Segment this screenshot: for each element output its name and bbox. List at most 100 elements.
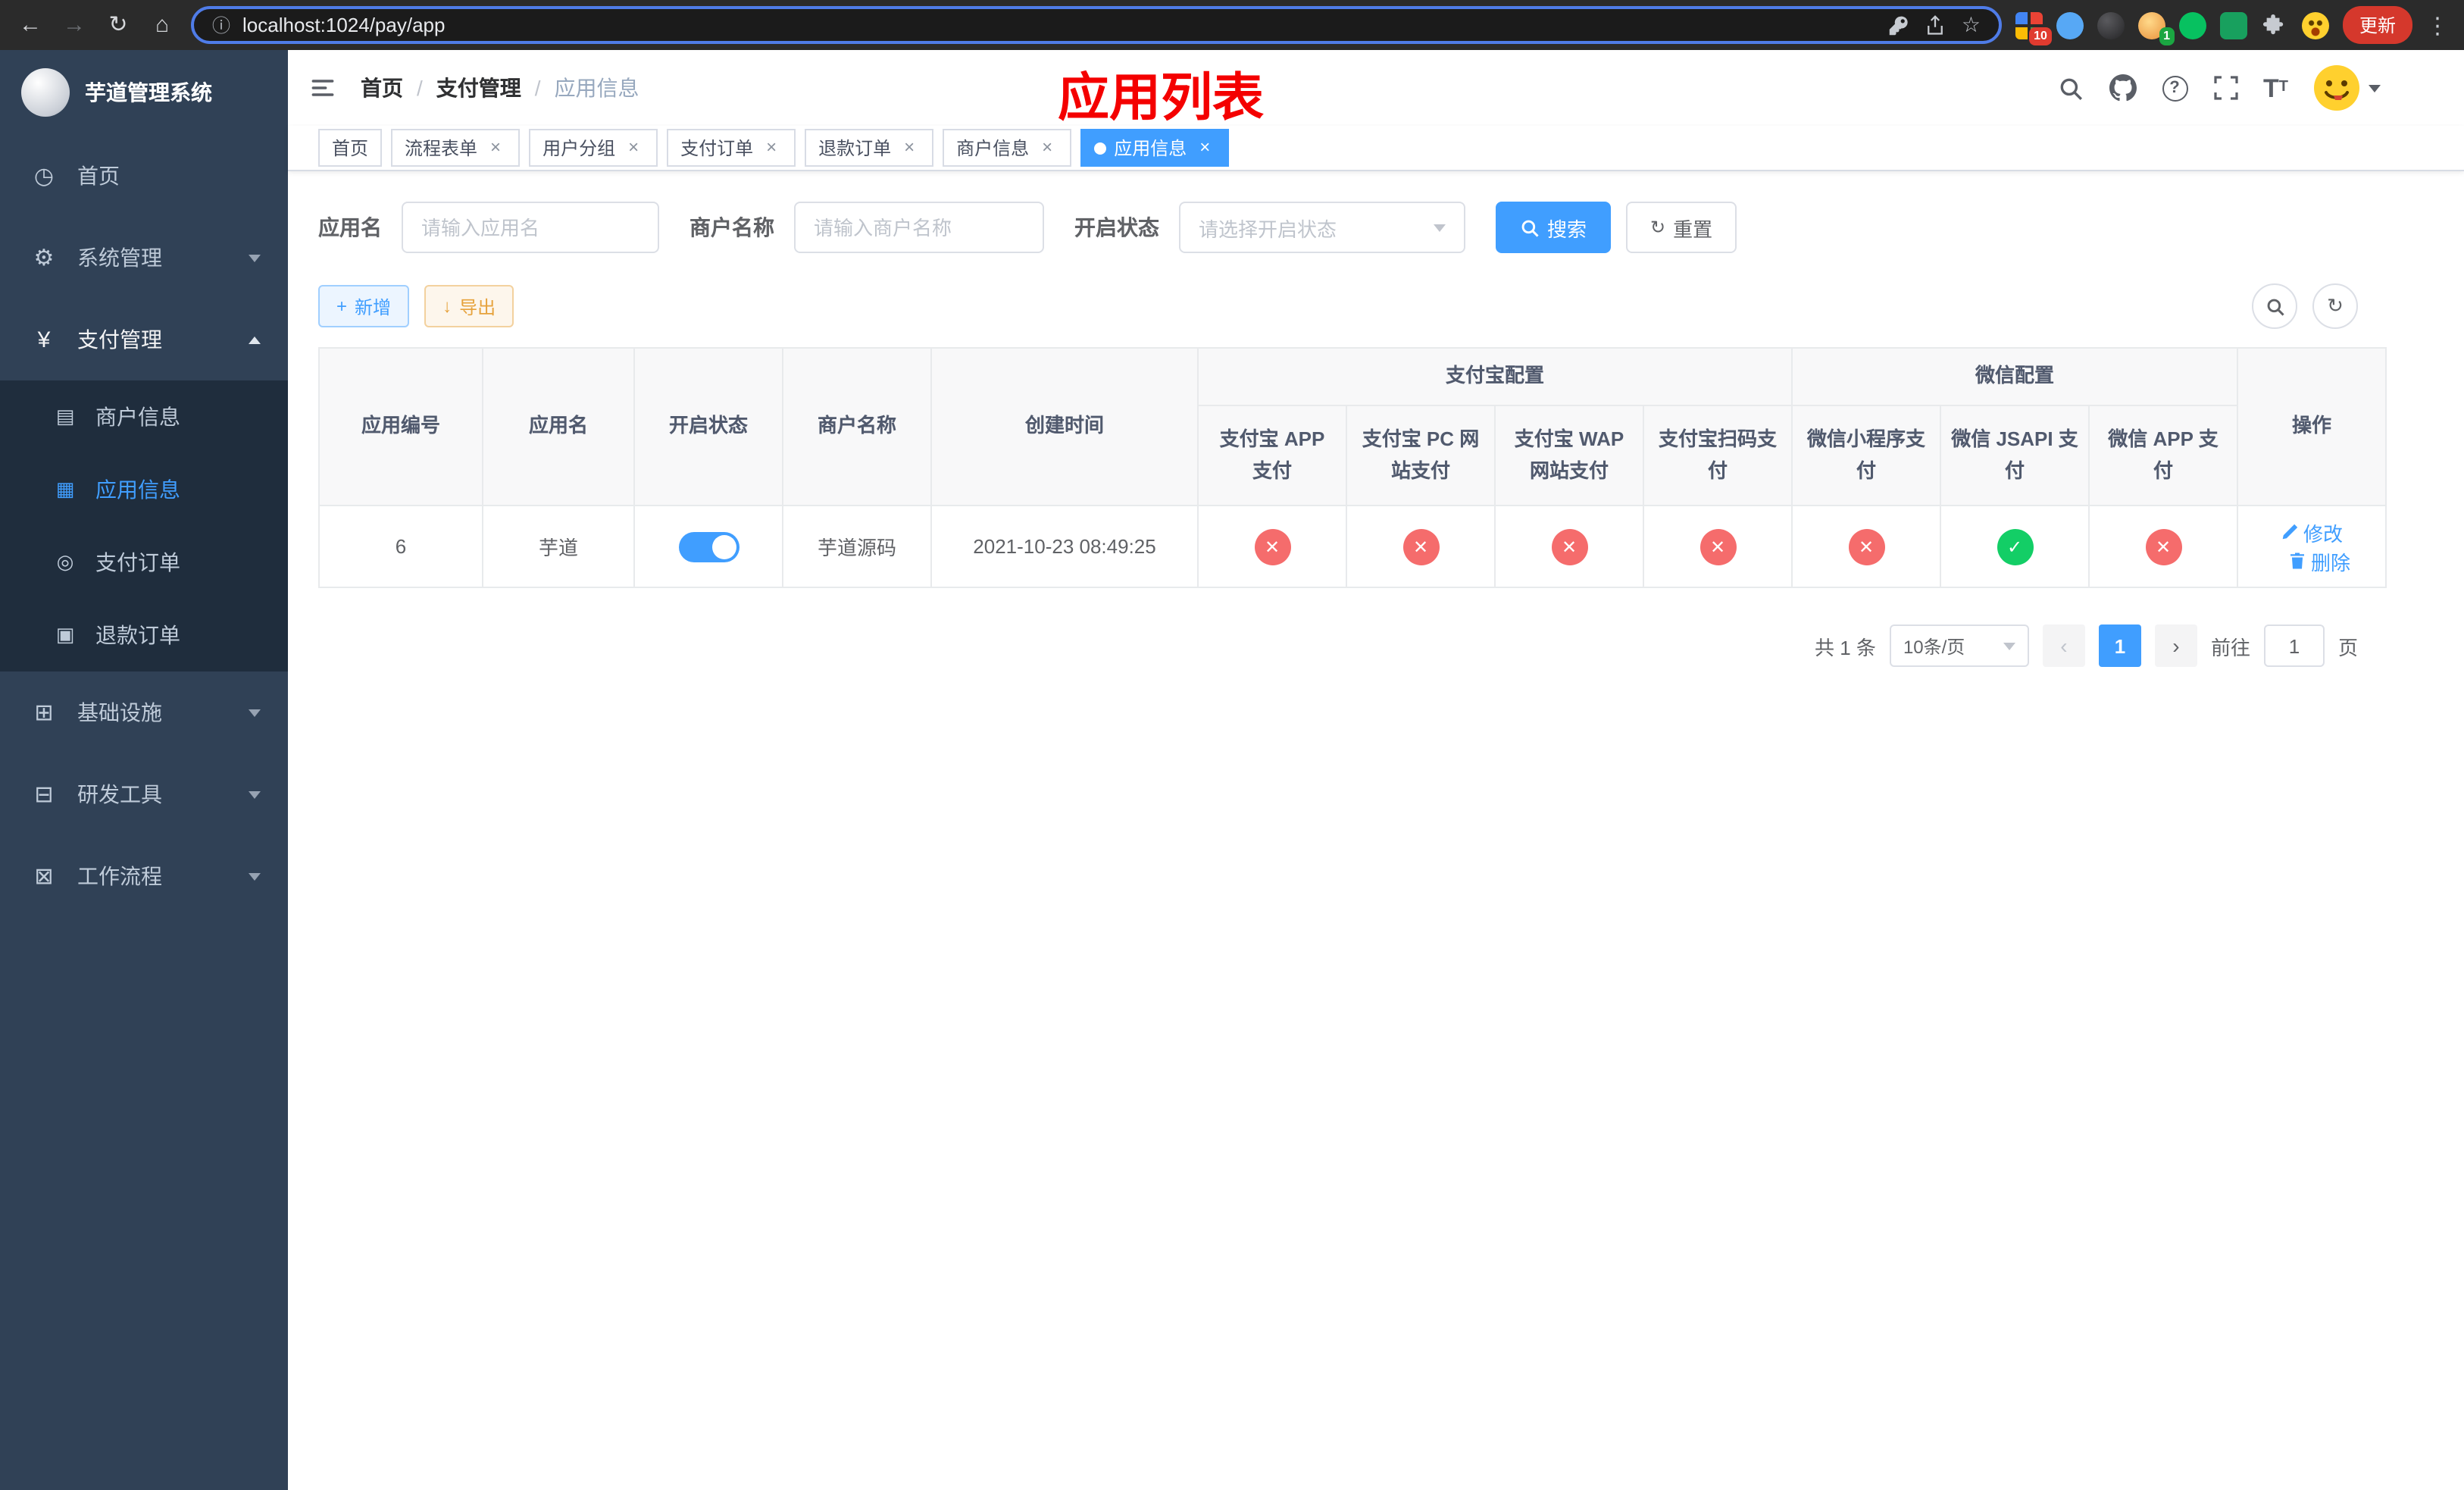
breadcrumb-payment[interactable]: 支付管理	[436, 73, 521, 103]
avatar-extension-icon[interactable]: 1	[2137, 11, 2175, 45]
add-button[interactable]: + 新增	[318, 285, 410, 327]
app-name-input[interactable]	[402, 202, 659, 253]
note-extension-icon[interactable]	[2219, 11, 2247, 39]
merchant-name-input[interactable]	[794, 202, 1044, 253]
wx-app-status-icon: ✕	[2145, 528, 2182, 565]
tab-merchant-info[interactable]: 商户信息 ×	[943, 129, 1072, 167]
reset-button[interactable]: ↻ 重置	[1626, 202, 1737, 253]
refund-doc-icon: ▣	[55, 623, 75, 646]
breadcrumb-home[interactable]: 首页	[361, 73, 403, 103]
sidebar-item-system[interactable]: ⚙ 系统管理	[0, 217, 288, 299]
next-page-button[interactable]: ›	[2154, 624, 2197, 667]
delete-button[interactable]: 删除	[2288, 546, 2350, 575]
merchant-card-icon: ▤	[55, 405, 75, 427]
goto-label: 前往	[2210, 636, 2250, 659]
refresh-icon: ↻	[1650, 217, 1666, 238]
prev-page-button[interactable]: ‹	[2042, 624, 2085, 667]
extensions-puzzle-icon[interactable]	[2261, 11, 2288, 39]
share-icon[interactable]	[1925, 14, 1946, 36]
back-icon[interactable]: ←	[15, 14, 45, 36]
col-merchant: 商户名称	[782, 347, 932, 506]
reload-icon[interactable]: ↻	[103, 14, 133, 36]
alipay-pc-status-icon: ✕	[1402, 528, 1439, 565]
goto-page-input[interactable]	[2263, 624, 2325, 667]
search-button[interactable]: 搜索	[1496, 202, 1612, 253]
plus-icon: +	[336, 296, 348, 317]
page-size-select[interactable]: 10条/页	[1889, 624, 2029, 667]
user-menu[interactable]	[2314, 65, 2381, 111]
sidebar-item-merchant-info[interactable]: ▤ 商户信息	[0, 380, 288, 453]
sidebar-item-refund-order[interactable]: ▣ 退款订单	[0, 599, 288, 671]
navbar: 首页 / 支付管理 / 应用信息 ? TT	[288, 50, 2464, 126]
fullscreen-icon[interactable]	[2213, 76, 2237, 100]
tab-refund-order[interactable]: 退款订单 ×	[805, 129, 934, 167]
tab-app-info[interactable]: 应用信息 ×	[1080, 129, 1230, 167]
tab-process-form[interactable]: 流程表单 ×	[391, 129, 521, 167]
dark-extension-icon[interactable]	[2097, 11, 2125, 39]
sidebar-item-infrastructure[interactable]: ⊞ 基础设施	[0, 671, 288, 753]
hamburger-icon[interactable]	[309, 74, 336, 102]
help-icon[interactable]: ?	[2162, 75, 2187, 101]
chevron-down-icon	[249, 872, 261, 880]
menu-label: 商户信息	[95, 405, 180, 429]
password-key-icon[interactable]	[1889, 14, 1910, 36]
status-select[interactable]: 请选择开启状态	[1179, 202, 1465, 253]
total-count: 共 1 条	[1815, 636, 1876, 659]
cell-actions: 修改 删除	[2237, 505, 2387, 588]
close-icon[interactable]: ×	[761, 136, 782, 158]
refresh-table-button[interactable]: ↻	[2312, 283, 2358, 329]
bookmark-star-icon[interactable]: ☆	[1962, 12, 1981, 38]
edit-button[interactable]: 修改	[2281, 518, 2343, 546]
drop-extension-icon[interactable]	[2056, 11, 2084, 39]
export-button[interactable]: ↓ 导出	[424, 285, 514, 327]
sidebar-item-dev-tools[interactable]: ⊟ 研发工具	[0, 753, 288, 835]
search-icon	[2266, 298, 2284, 315]
trash-icon	[2290, 552, 2304, 569]
address-bar[interactable]: ⓘ localhost:1024/pay/app ☆	[191, 6, 2002, 44]
toggle-search-button[interactable]	[2252, 283, 2297, 329]
emoji-extension-icon[interactable]	[2301, 11, 2329, 39]
tab-pay-order[interactable]: 支付订单 ×	[667, 129, 796, 167]
dashboard-icon: ◷	[33, 164, 55, 189]
close-icon[interactable]: ×	[1194, 136, 1215, 158]
screen: ← → ↻ ⌂ ⓘ localhost:1024/pay/app ☆ 10 1 …	[0, 0, 2464, 1490]
app-name-label: 应用名	[318, 215, 382, 239]
col-actions: 操作	[2237, 347, 2387, 506]
close-icon[interactable]: ×	[899, 136, 920, 158]
cell-merchant: 芋道源码	[782, 505, 932, 588]
sidebar-item-home[interactable]: ◷ 首页	[0, 135, 288, 217]
github-icon[interactable]	[2109, 74, 2136, 102]
sidebar-item-app-info[interactable]: ▦ 应用信息	[0, 453, 288, 526]
font-size-icon[interactable]: TT	[2263, 75, 2288, 101]
table-toolbar: + 新增 ↓ 导出 ↻	[318, 283, 2358, 329]
chevron-down-icon	[2003, 642, 2015, 650]
sidebar-item-payment[interactable]: ¥ 支付管理	[0, 299, 288, 380]
update-button[interactable]: 更新	[2342, 6, 2412, 44]
extension-badge: 10	[2029, 27, 2052, 45]
search-icon[interactable]	[2057, 75, 2083, 101]
sidebar-item-pay-order[interactable]: ◎ 支付订单	[0, 526, 288, 599]
tab-home[interactable]: 首页	[318, 129, 383, 167]
home-icon[interactable]: ⌂	[147, 14, 177, 36]
close-icon[interactable]: ×	[1037, 136, 1058, 158]
goto-unit-label: 页	[2337, 636, 2358, 659]
close-icon[interactable]: ×	[623, 136, 644, 158]
status-toggle[interactable]	[678, 531, 739, 562]
grid-extension-icon[interactable]: 10	[2015, 11, 2052, 45]
filter-form: 应用名 商户名称 开启状态 请选择开启状态 搜索	[318, 202, 2358, 253]
wechat-extension-icon[interactable]	[2178, 11, 2206, 39]
col-group-wechat: 微信配置	[1791, 347, 2239, 406]
tab-user-group[interactable]: 用户分组 ×	[529, 129, 658, 167]
chevron-up-icon	[249, 336, 261, 343]
sidebar-item-workflow[interactable]: ⊠ 工作流程	[0, 835, 288, 917]
gear-icon: ⚙	[33, 246, 55, 271]
forward-icon[interactable]: →	[59, 14, 89, 36]
close-icon[interactable]: ×	[485, 136, 506, 158]
col-app-name: 应用名	[482, 347, 635, 506]
page-number-button[interactable]: 1	[2098, 624, 2141, 667]
browser-menu-icon[interactable]: ⋮	[2426, 11, 2449, 39]
site-info-icon[interactable]: ⓘ	[212, 12, 230, 38]
extension-badge: 1	[2159, 27, 2175, 45]
col-alipay-pc: 支付宝 PC 网站支付	[1346, 405, 1496, 506]
chevron-down-icon	[249, 709, 261, 716]
